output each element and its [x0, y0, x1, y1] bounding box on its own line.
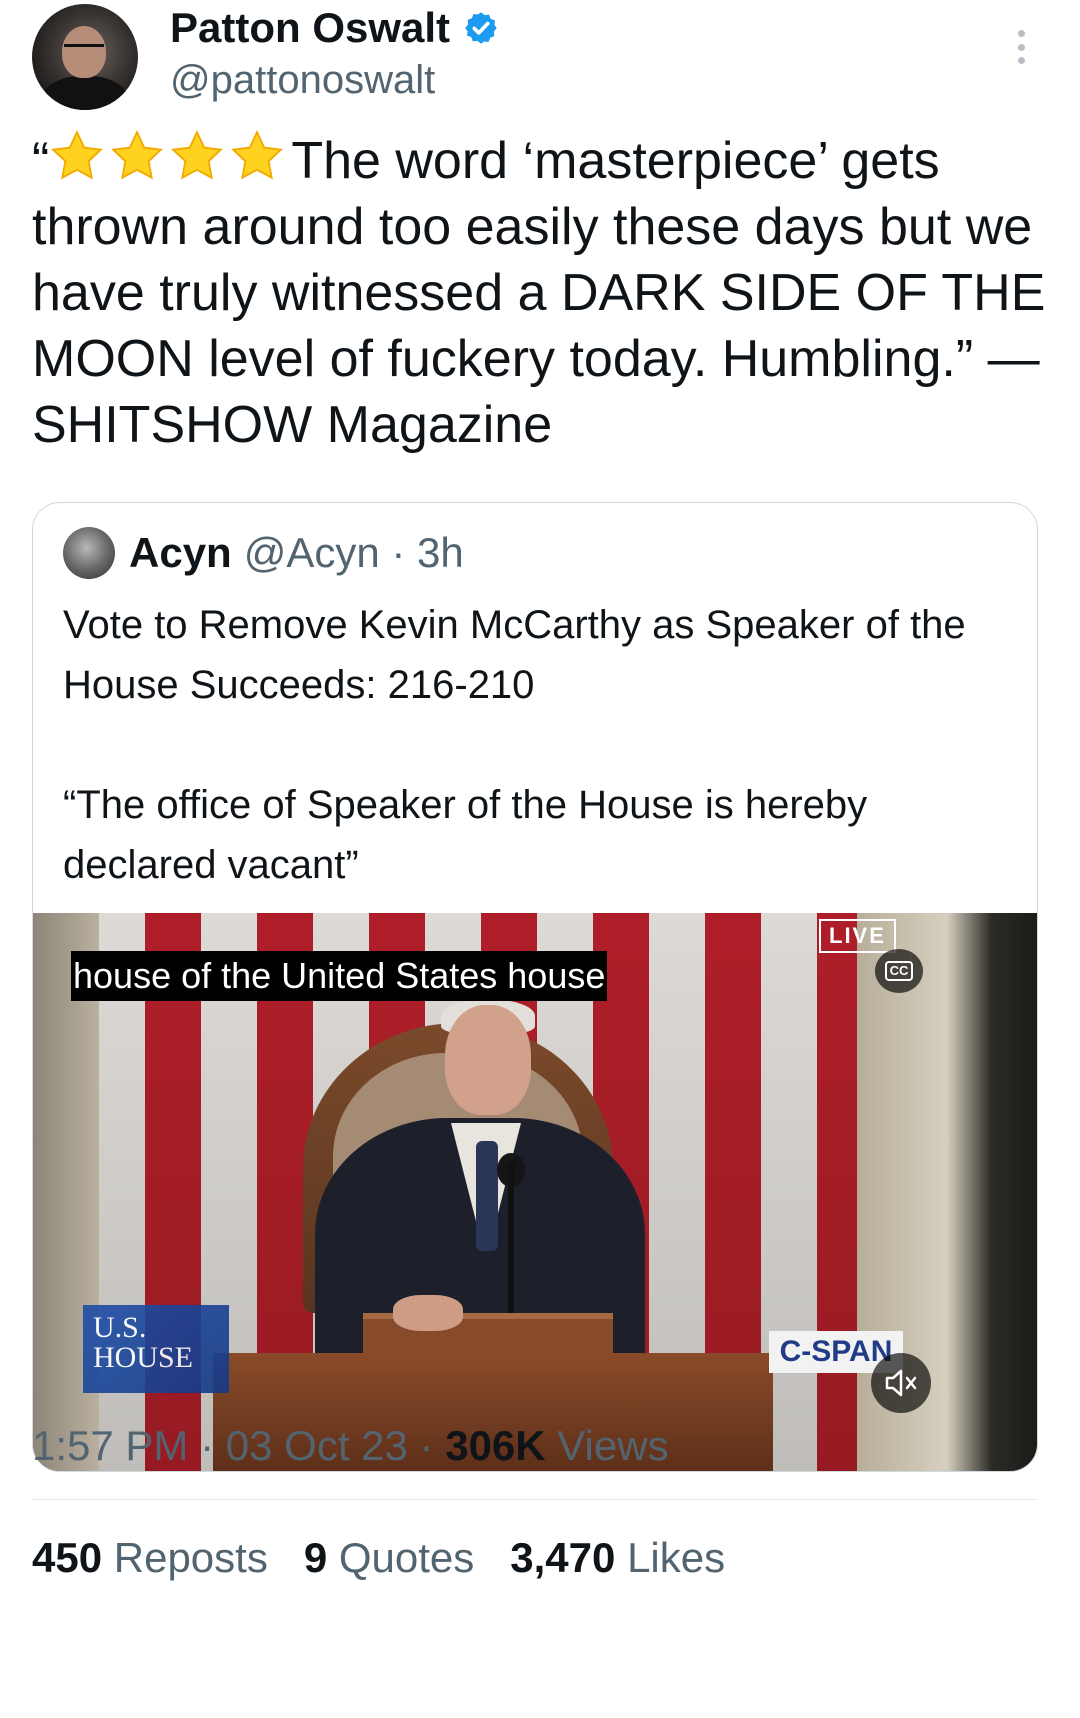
- us-house-logo: U.S. HOUSE: [83, 1305, 229, 1393]
- star-icon: [111, 130, 164, 180]
- ush-line-2: HOUSE: [93, 1341, 194, 1374]
- quoted-avatar[interactable]: [63, 527, 115, 579]
- open-quote: “: [32, 132, 50, 190]
- likes-stat[interactable]: 3,470 Likes: [510, 1534, 725, 1582]
- likes-label: Likes: [627, 1534, 726, 1581]
- star-rating: [49, 128, 289, 184]
- tweet-time[interactable]: 1:57 PM: [32, 1422, 188, 1469]
- more-dot: [1018, 57, 1025, 64]
- cc-icon: CC: [884, 961, 914, 981]
- person-hand: [393, 1295, 463, 1331]
- star-icon: [231, 130, 284, 180]
- reposts-count: 450: [32, 1534, 103, 1581]
- ush-line-1: U.S.: [93, 1311, 147, 1344]
- quoted-line-2: “The office of Speaker of the House is h…: [63, 783, 868, 887]
- star-icon: [51, 130, 104, 180]
- video-caption: house of the United States house: [71, 951, 608, 1001]
- person-head: [445, 1005, 531, 1115]
- more-dot: [1018, 30, 1025, 37]
- author-handle[interactable]: @pattonoswalt: [170, 56, 499, 104]
- divider: [32, 1499, 1036, 1500]
- quotes-label: Quotes: [338, 1534, 475, 1581]
- verified-badge-icon: [464, 12, 497, 44]
- tweet-text: “The word ‘masterpiece’ gets thrown arou…: [32, 128, 1052, 458]
- tweet-date[interactable]: 03 Oct 23: [226, 1422, 408, 1469]
- engagement-stats: 450 Reposts 9 Quotes 3,470 Likes: [32, 1534, 761, 1582]
- more-options-icon[interactable]: [1018, 30, 1026, 64]
- meta-separator: ·: [200, 1422, 215, 1469]
- speaker-muted-icon: [885, 1369, 917, 1397]
- meta-separator: ·: [419, 1422, 434, 1469]
- views-label: Views: [557, 1422, 669, 1469]
- star-icon: [171, 130, 224, 180]
- closed-captions-button[interactable]: CC: [875, 949, 923, 993]
- person-tie: [476, 1141, 498, 1251]
- avatar-body: [40, 76, 130, 110]
- unmute-button[interactable]: [871, 1353, 931, 1413]
- author-avatar[interactable]: [32, 4, 138, 110]
- avatar-glasses: [64, 44, 104, 55]
- video-player[interactable]: U.S. HOUSE C-SPAN LIVE house of the Unit…: [33, 913, 1037, 1471]
- quoted-line-1: Vote to Remove Kevin McCarthy as Speaker…: [63, 603, 966, 707]
- reposts-stat[interactable]: 450 Reposts: [32, 1534, 268, 1582]
- tweet-meta: 1:57 PM · 03 Oct 23 · 306K Views: [32, 1422, 669, 1470]
- quoted-name[interactable]: Acyn: [129, 529, 232, 577]
- quoted-header: Acyn @Acyn · 3h: [63, 525, 464, 581]
- quoted-handle-time: @Acyn · 3h: [243, 529, 464, 576]
- quoted-tweet-card[interactable]: Acyn @Acyn · 3h Vote to Remove Kevin McC…: [32, 502, 1038, 1472]
- quotes-stat[interactable]: 9 Quotes: [304, 1534, 474, 1582]
- quotes-count: 9: [303, 1534, 328, 1581]
- live-badge: LIVE: [819, 919, 896, 953]
- views-count: 306K: [445, 1422, 546, 1469]
- quoted-text: Vote to Remove Kevin McCarthy as Speaker…: [63, 595, 1013, 895]
- more-dot: [1018, 43, 1025, 51]
- author-names: Patton Oswalt @pattonoswalt: [170, 2, 499, 104]
- author-display-name[interactable]: Patton Oswalt: [170, 2, 450, 54]
- likes-count: 3,470: [510, 1534, 616, 1581]
- tweet-header: Patton Oswalt @pattonoswalt: [32, 4, 1048, 112]
- reposts-label: Reposts: [113, 1534, 268, 1581]
